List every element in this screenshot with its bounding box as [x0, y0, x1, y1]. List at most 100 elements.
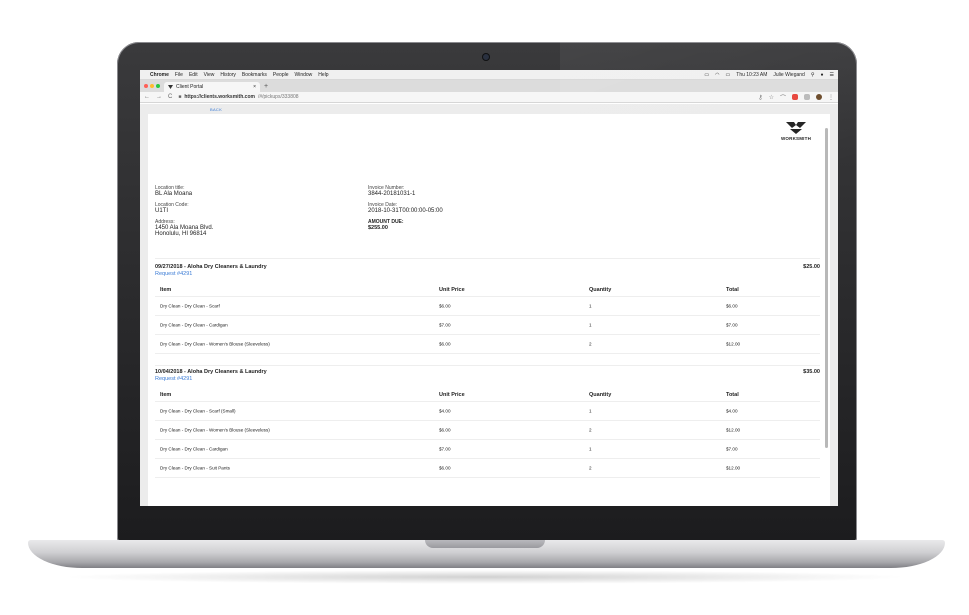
wifi-icon[interactable]: ◠: [715, 72, 719, 78]
window-controls: [144, 84, 160, 88]
address-host: https://clients.worksmith.com: [184, 94, 255, 100]
scrollbar[interactable]: [825, 128, 828, 448]
more-menu-icon[interactable]: ⋮: [828, 94, 834, 101]
invoice-date-value: 2018-10-31T00:00:00-05:00: [368, 208, 443, 214]
request-link[interactable]: Request #4291: [155, 376, 820, 382]
cell-unit-price: $6.00: [439, 465, 451, 471]
menu-edit[interactable]: Edit: [189, 72, 198, 78]
cell-unit-price: $7.00: [439, 446, 451, 452]
header-quantity: Quantity: [589, 391, 612, 398]
table-row: Dry Clean - Dry Clean - Women's Blouse (…: [155, 421, 820, 440]
macos-menubar: Chrome File Edit View History Bookmarks …: [140, 70, 838, 80]
logo-wordmark: WORKSMITH: [780, 136, 812, 141]
minimize-window-button[interactable]: [150, 84, 154, 88]
back-bar: BACK: [140, 104, 838, 114]
cell-total: $7.00: [726, 446, 738, 452]
cell-item: Dry Clean - Dry Clean - Women's Blouse (…: [160, 341, 270, 347]
cell-quantity: 1: [589, 446, 592, 452]
maximize-window-button[interactable]: [156, 84, 160, 88]
browser-tab[interactable]: Client Portal ×: [164, 82, 260, 92]
address-path: /#/pickups/333808: [257, 94, 299, 100]
pickup-amount: $25.00: [803, 264, 820, 270]
line-items-table: Item Unit Price Quantity Total Dry Clean…: [155, 283, 820, 354]
menubar-user[interactable]: Julie Wiegand: [773, 72, 804, 78]
back-arrow-icon[interactable]: ←: [144, 94, 150, 100]
laptop-notch: [425, 540, 545, 548]
cell-quantity: 1: [589, 303, 592, 309]
invoice-number-value: 3844-20181031-1: [368, 191, 416, 197]
cell-unit-price: $4.00: [439, 408, 451, 414]
cell-total: $7.00: [726, 322, 738, 328]
cell-item: Dry Clean - Dry Clean - Scarf: [160, 303, 220, 309]
menu-people[interactable]: People: [273, 72, 289, 78]
cell-item: Dry Clean - Dry Clean - Cardigan: [160, 446, 228, 452]
lock-icon: ■: [178, 94, 182, 100]
line-items-table: Item Unit Price Quantity Total Dry Clean…: [155, 388, 820, 478]
cell-unit-price: $6.00: [439, 427, 451, 433]
siri-icon[interactable]: ●: [820, 72, 823, 78]
table-row: Dry Clean - Dry Clean - Cardigan $7.00 1…: [155, 440, 820, 459]
menu-window[interactable]: Window: [295, 72, 313, 78]
pickup-group: 09/27/2018 - Aloha Dry Cleaners & Laundr…: [155, 264, 820, 354]
browser-tabbar: Client Portal × +: [140, 80, 838, 92]
bookmark-star-icon[interactable]: ☆: [769, 94, 774, 101]
address-bar[interactable]: ■ https://clients.worksmith.com/#/pickup…: [178, 93, 752, 101]
browser-toolbar: ← → C ■ https://clients.worksmith.com/#/…: [140, 92, 838, 103]
cell-total: $12.00: [726, 465, 741, 471]
table-row: Dry Clean - Dry Clean - Scarf (Small) $4…: [155, 402, 820, 421]
pickup-title: 09/27/2018 - Aloha Dry Cleaners & Laundr…: [155, 264, 267, 270]
table-row: Dry Clean - Dry Clean - Women's Blouse (…: [155, 335, 820, 354]
invoice-column: Invoice Number: 3844-20181031-1 Invoice …: [368, 185, 443, 236]
pickup-title: 10/04/2018 - Aloha Dry Cleaners & Laundr…: [155, 369, 267, 375]
cell-unit-price: $7.00: [439, 322, 451, 328]
section-divider: [155, 258, 820, 259]
cell-quantity: 1: [589, 322, 592, 328]
header-total: Total: [726, 391, 739, 398]
request-link[interactable]: Request #4291: [155, 271, 820, 277]
cell-item: Dry Clean - Dry Clean - Scarf (Small): [160, 408, 236, 414]
location-title-value: BL Ala Moana: [155, 191, 193, 197]
close-tab-icon[interactable]: ×: [253, 84, 256, 90]
menubar-clock[interactable]: Thu 10:23 AM: [736, 72, 767, 78]
cell-total: $4.00: [726, 408, 738, 414]
menu-bookmarks[interactable]: Bookmarks: [242, 72, 267, 78]
extension-icon[interactable]: ⌒: [780, 93, 786, 102]
cell-quantity: 2: [589, 465, 592, 471]
cell-quantity: 2: [589, 341, 592, 347]
header-item: Item: [160, 286, 172, 293]
camera-icon: [482, 53, 490, 61]
extension-badge-icon[interactable]: [792, 94, 798, 100]
header-total: Total: [726, 286, 739, 293]
spotlight-icon[interactable]: ⚲: [811, 72, 815, 78]
back-link[interactable]: BACK: [210, 107, 222, 112]
menu-help[interactable]: Help: [318, 72, 328, 78]
menu-app-name[interactable]: Chrome: [150, 72, 169, 78]
key-icon[interactable]: ⚷: [758, 94, 762, 101]
laptop-shadow: [60, 570, 910, 584]
invoice-card: WORKSMITH Location title: BL Ala Moana L…: [148, 114, 830, 506]
airplay-icon[interactable]: ▭: [704, 72, 709, 78]
new-tab-button[interactable]: +: [264, 83, 268, 90]
location-column: Location title: BL Ala Moana Location Co…: [155, 185, 213, 242]
header-quantity: Quantity: [589, 286, 612, 293]
table-row: Dry Clean - Dry Clean - Scarf $6.00 1 $6…: [155, 297, 820, 316]
close-window-button[interactable]: [144, 84, 148, 88]
table-header-row: Item Unit Price Quantity Total: [155, 388, 820, 402]
worksmith-logo-icon: [786, 122, 806, 134]
notification-center-icon[interactable]: ☰: [830, 72, 834, 78]
tab-title: Client Portal: [176, 84, 204, 90]
table-header-row: Item Unit Price Quantity Total: [155, 283, 820, 297]
menu-view[interactable]: View: [204, 72, 215, 78]
location-code-value: U1TI: [155, 208, 169, 214]
cell-item: Dry Clean - Dry Clean - Suit Pants: [160, 465, 230, 471]
menu-file[interactable]: File: [175, 72, 183, 78]
profile-avatar[interactable]: [816, 94, 822, 100]
battery-icon[interactable]: ▭: [726, 72, 731, 78]
extension-square-icon[interactable]: [804, 94, 810, 100]
menu-history[interactable]: History: [220, 72, 236, 78]
table-row: Dry Clean - Dry Clean - Cardigan $7.00 1…: [155, 316, 820, 335]
cell-unit-price: $6.00: [439, 341, 451, 347]
forward-arrow-icon[interactable]: →: [156, 94, 162, 100]
header-unit-price: Unit Price: [439, 391, 465, 398]
reload-icon[interactable]: C: [168, 94, 172, 100]
